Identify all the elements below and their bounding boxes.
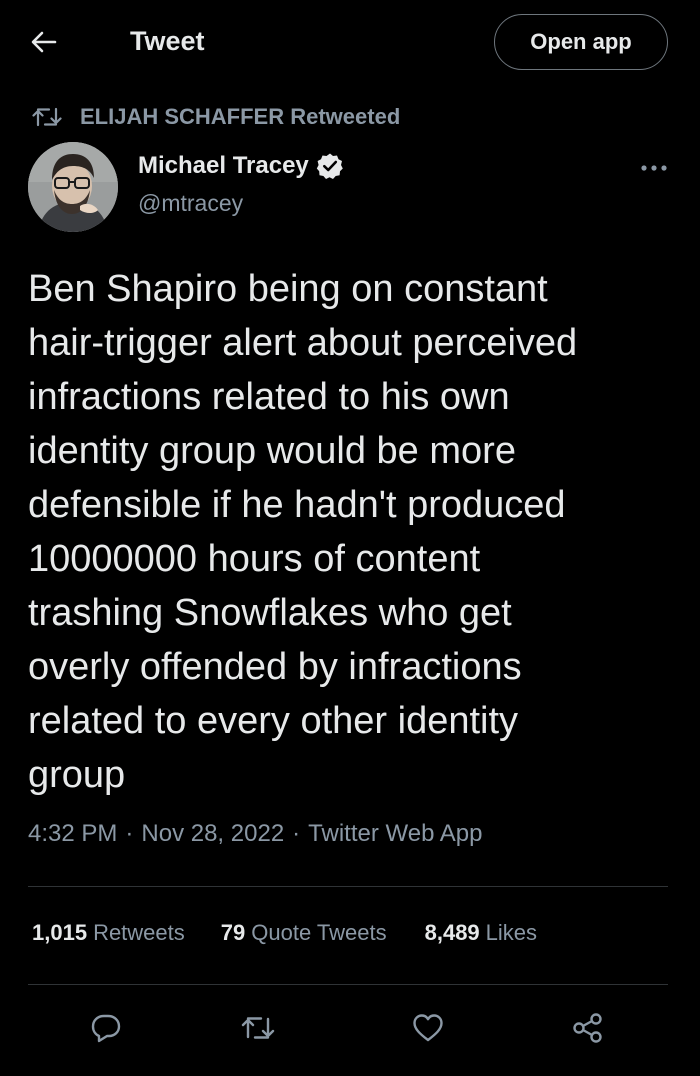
reply-button[interactable] — [86, 1010, 126, 1046]
quote-tweets-stat[interactable]: 79 Quote Tweets — [221, 920, 387, 946]
meta-separator: · — [292, 820, 301, 847]
like-heart-icon — [413, 1014, 443, 1042]
author-name-text: Michael Tracey — [138, 152, 309, 179]
tweet-date[interactable]: Nov 28, 2022 — [141, 820, 284, 848]
more-dots-icon — [641, 165, 667, 171]
likes-count: 8,489 — [424, 920, 480, 945]
retweet-icon — [32, 106, 62, 128]
divider — [28, 886, 668, 887]
likes-label: Likes — [485, 920, 538, 945]
retweets-count: 1,015 — [32, 920, 88, 945]
reply-icon — [91, 1014, 121, 1043]
top-bar: Tweet Open app — [0, 0, 700, 86]
share-button[interactable] — [568, 1010, 608, 1046]
retweet-icon — [241, 1017, 275, 1039]
tweet-metadata: 4:32 PM · Nov 28, 2022 · Twitter Web App — [28, 820, 482, 848]
meta-separator: · — [125, 820, 134, 847]
avatar[interactable] — [28, 142, 118, 232]
page-title: Tweet — [130, 26, 205, 56]
more-options-button[interactable] — [636, 158, 672, 178]
like-button[interactable] — [408, 1010, 448, 1046]
tweet-stats: 1,015 Retweets 79 Quote Tweets 8,489 Lik… — [32, 920, 537, 946]
tweet-text: Ben Shapiro being on constant hair-trigg… — [28, 268, 578, 796]
retweet-context[interactable]: ELIJAH SCHAFFER Retweeted — [32, 104, 400, 130]
likes-stat[interactable]: 8,489 Likes — [425, 920, 537, 946]
action-bar — [0, 1000, 700, 1056]
divider — [28, 984, 668, 985]
tweet-time[interactable]: 4:32 PM — [28, 820, 117, 848]
retweet-button[interactable] — [238, 1010, 278, 1046]
retweets-label: Retweets — [93, 920, 185, 945]
retweets-stat[interactable]: 1,015 Retweets — [32, 920, 185, 946]
open-app-button[interactable]: Open app — [494, 14, 668, 70]
share-icon — [573, 1013, 602, 1043]
quote-tweets-label: Quote Tweets — [251, 920, 387, 945]
retweet-context-text: ELIJAH SCHAFFER Retweeted — [80, 104, 401, 129]
author-handle[interactable]: @mtracey — [138, 190, 243, 217]
tweet-source[interactable]: Twitter Web App — [308, 820, 482, 848]
verified-badge-icon — [316, 152, 344, 180]
arrow-left-icon — [31, 31, 57, 53]
quote-tweets-count: 79 — [220, 920, 246, 945]
back-button[interactable] — [22, 22, 66, 62]
author-name[interactable]: Michael Tracey — [138, 152, 344, 180]
